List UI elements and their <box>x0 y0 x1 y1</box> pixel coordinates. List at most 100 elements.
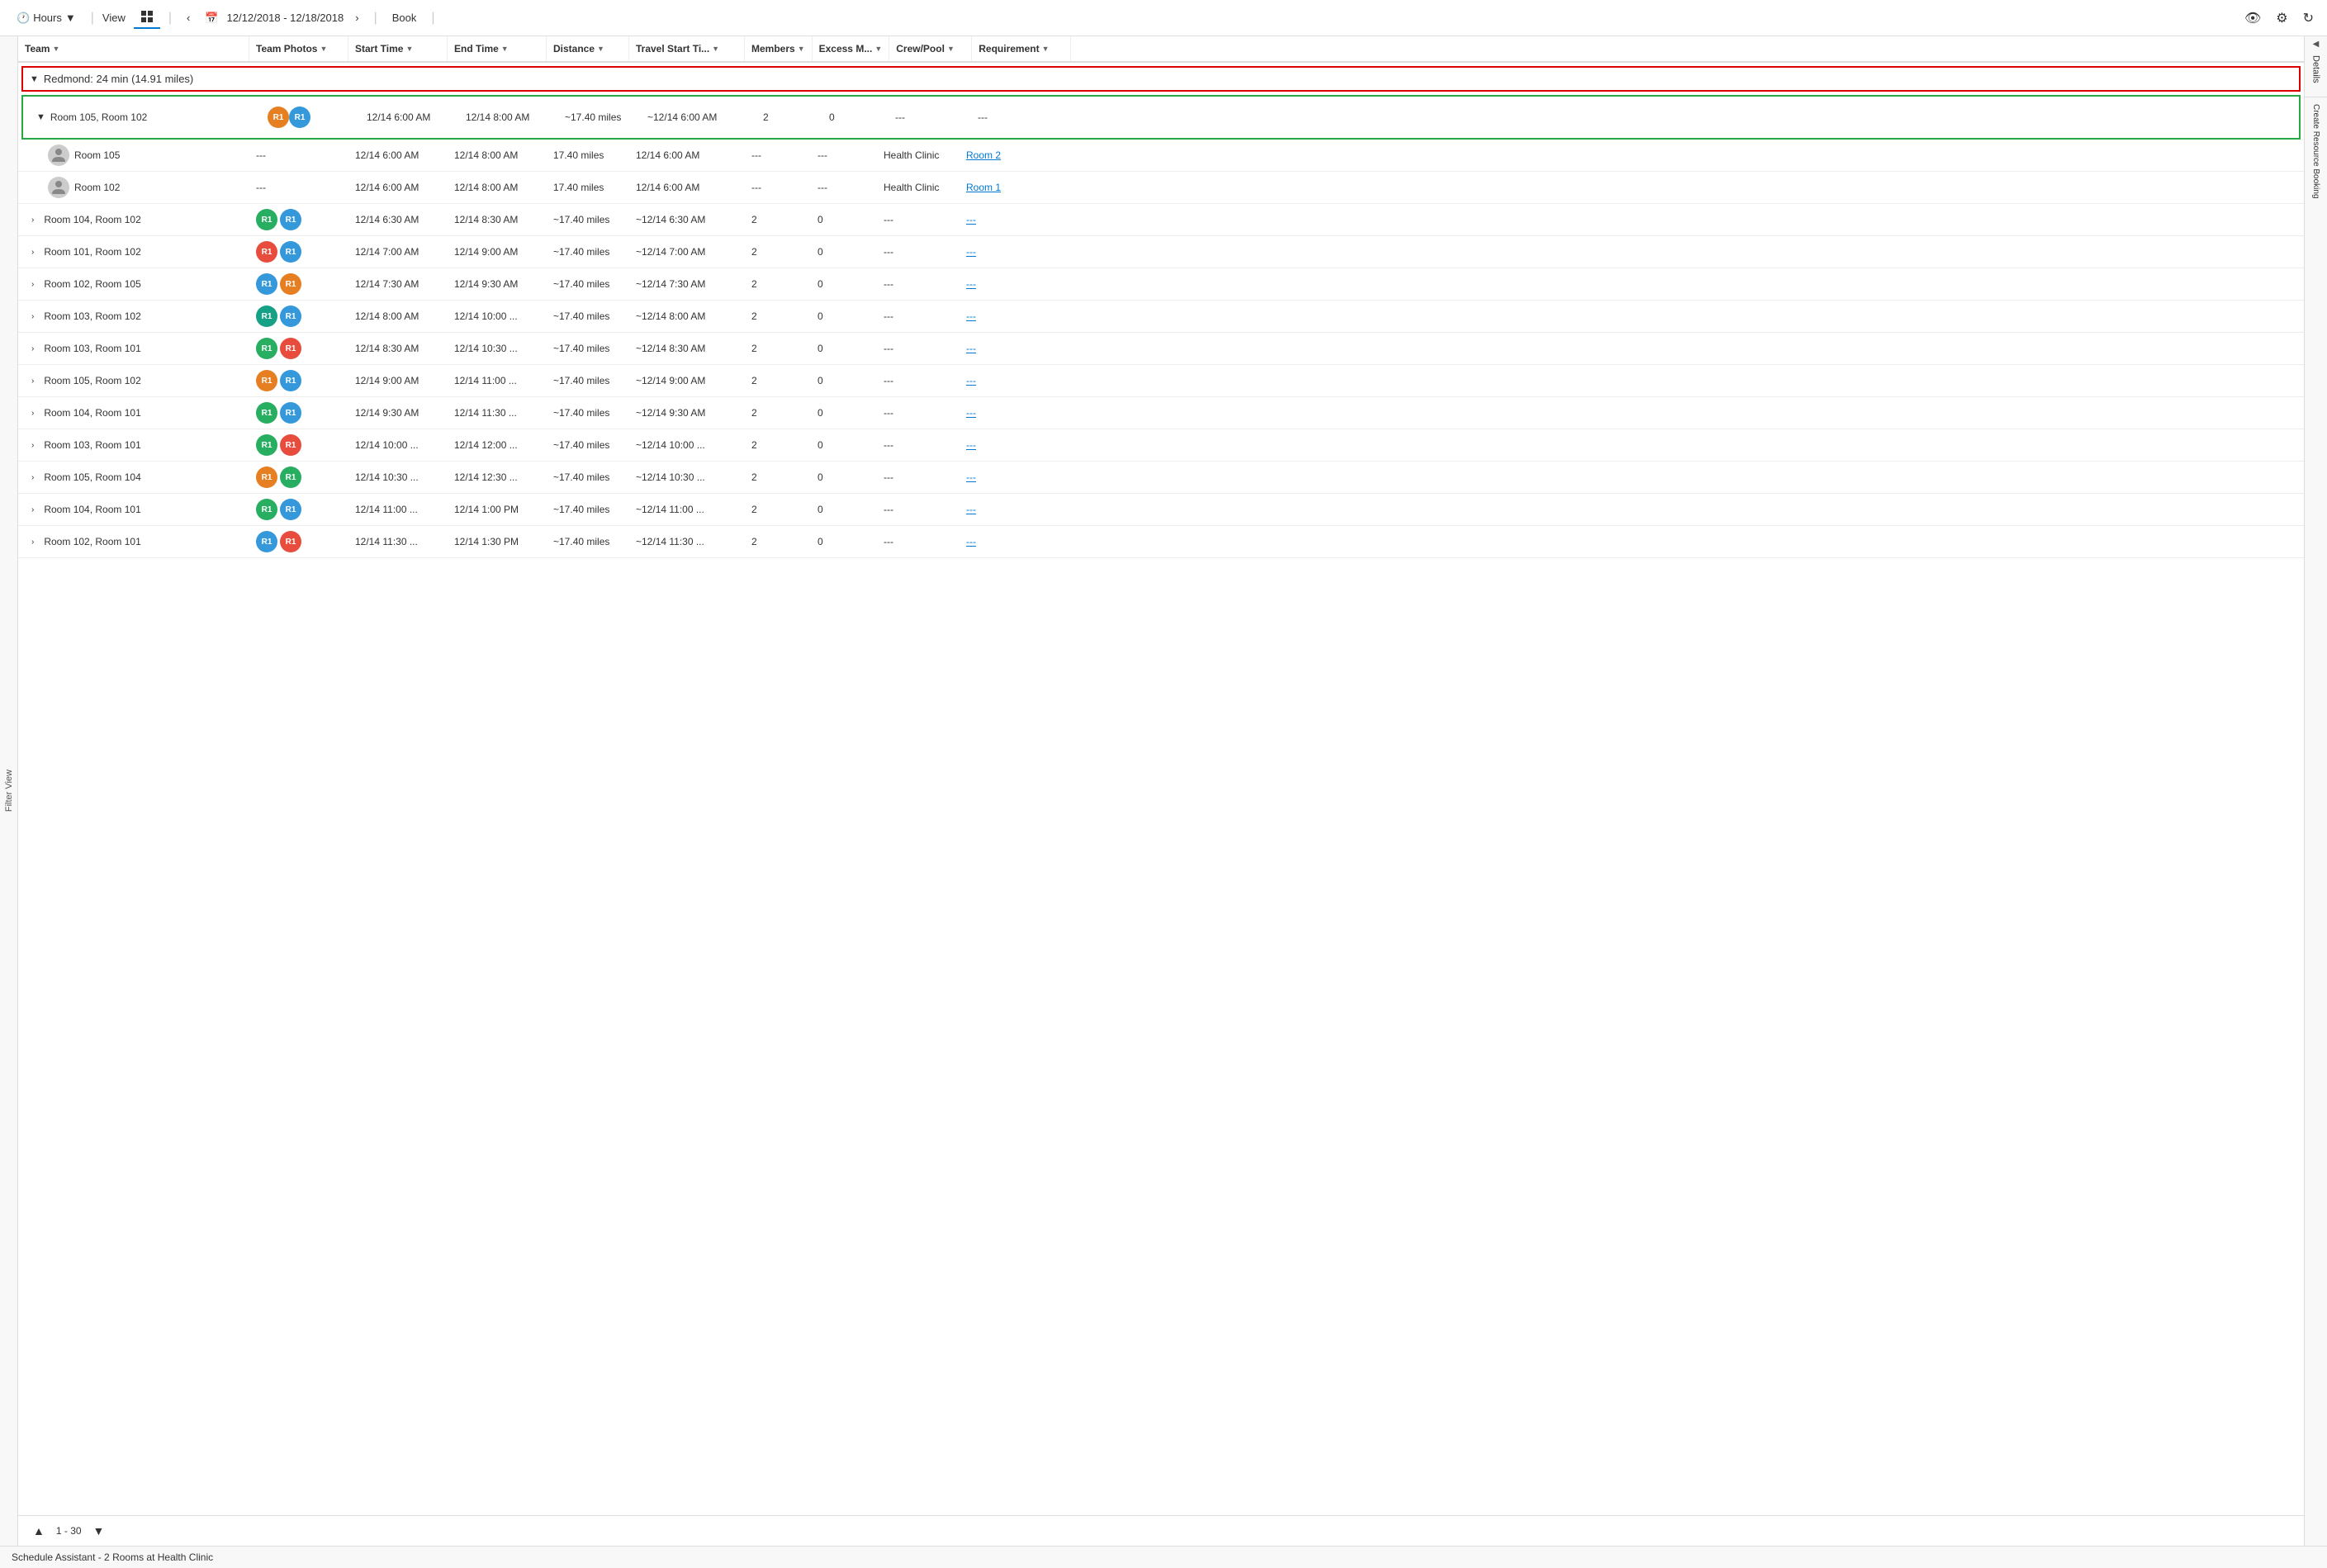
visibility-button[interactable]: 👁 <box>2241 7 2264 30</box>
table-cell[interactable]: Room 1 <box>960 177 1059 198</box>
col-travel-header[interactable]: Travel Start Ti... ▼ <box>629 36 745 61</box>
table-cell: 12/14 8:30 AM <box>348 338 448 359</box>
table-row[interactable]: ›Room 103, Room 101R1R112/14 10:00 ...12… <box>18 429 2304 462</box>
avatar: R1 <box>280 273 301 295</box>
row-chevron-icon[interactable]: › <box>31 280 34 289</box>
photos-sort-icon: ▼ <box>320 45 327 53</box>
row-team-name: Room 102, Room 101 <box>44 536 140 547</box>
table-cell: 12/14 8:00 AM <box>448 144 547 166</box>
row-team-name: Room 104, Room 101 <box>44 407 140 419</box>
row-chevron-icon[interactable]: › <box>31 473 34 482</box>
group-label: Redmond: 24 min (14.91 miles) <box>44 73 193 85</box>
table-row[interactable]: ›Room 102, Room 101R1R112/14 11:30 ...12… <box>18 526 2304 558</box>
table-cell: 2 <box>745 241 811 263</box>
table-row[interactable]: ›Room 103, Room 102R1R112/14 8:00 AM12/1… <box>18 301 2304 333</box>
col-req-header[interactable]: Requirement ▼ <box>972 36 1071 61</box>
excess-header-label: Excess M... <box>819 43 873 54</box>
table-row[interactable]: ›Room 104, Room 102R1R112/14 6:30 AM12/1… <box>18 204 2304 236</box>
team-header-label: Team <box>25 43 50 54</box>
refresh-button[interactable]: ↻ <box>2300 7 2317 30</box>
table-cell: 0 <box>811 531 877 552</box>
excess-sort-icon: ▼ <box>874 45 882 53</box>
col-crew-header[interactable]: Crew/Pool ▼ <box>889 36 972 61</box>
distance-sort-icon: ▼ <box>597 45 604 53</box>
row-chevron-icon[interactable]: › <box>31 377 34 386</box>
page-up-button[interactable]: ▲ <box>28 1523 50 1539</box>
col-distance-header[interactable]: Distance ▼ <box>547 36 629 61</box>
avatar: R1 <box>256 402 277 424</box>
table-cell: 12/14 6:00 AM <box>629 144 745 166</box>
eye-icon: 👁 <box>2244 12 2261 26</box>
row-chevron-icon[interactable]: › <box>31 216 34 225</box>
page-down-button[interactable]: ▼ <box>88 1523 110 1539</box>
table-row[interactable]: ›Room 102, Room 105R1R112/14 7:30 AM12/1… <box>18 268 2304 301</box>
sub-group-row[interactable]: ▼ Room 105, Room 102R1R112/14 6:00 AM12/… <box>21 95 2301 140</box>
table-cell: ~12/14 6:00 AM <box>641 107 756 128</box>
table-cell: 12/14 6:00 AM <box>348 177 448 198</box>
table-cell: 12/14 10:00 ... <box>448 306 547 327</box>
table-cell: 12/14 9:30 AM <box>348 402 448 424</box>
grid-view-button[interactable] <box>134 7 160 29</box>
sub-group-chevron-icon: ▼ <box>36 112 45 122</box>
table-row[interactable]: ›Room 104, Room 101R1R112/14 11:00 ...12… <box>18 494 2304 526</box>
book-button[interactable]: Book <box>386 8 424 27</box>
next-button[interactable]: › <box>348 8 365 27</box>
row-chevron-icon[interactable]: › <box>31 312 34 321</box>
group-row[interactable]: ▼ Redmond: 24 min (14.91 miles) <box>21 66 2301 92</box>
col-excess-header[interactable]: Excess M... ▼ <box>813 36 890 61</box>
table-cell: --- <box>960 402 1059 424</box>
end-sort-icon: ▼ <box>501 45 509 53</box>
table-row[interactable]: ›Room 103, Room 101R1R112/14 8:30 AM12/1… <box>18 333 2304 365</box>
table-cell: ~12/14 7:00 AM <box>629 241 745 263</box>
table-cell: 12/14 10:30 ... <box>348 467 448 488</box>
row-team-name: Room 104, Room 101 <box>44 504 140 515</box>
hours-button[interactable]: 🕐 Hours ▼ <box>10 8 83 28</box>
col-start-header[interactable]: Start Time ▼ <box>348 36 448 61</box>
row-chevron-icon[interactable]: › <box>31 441 34 450</box>
table-cell: ~12/14 9:30 AM <box>629 402 745 424</box>
status-bar: Schedule Assistant - 2 Rooms at Health C… <box>0 1546 2327 1568</box>
row-chevron-icon[interactable]: › <box>31 248 34 257</box>
col-photos-header[interactable]: Team Photos ▼ <box>249 36 348 61</box>
gear-icon: ⚙ <box>2276 12 2287 26</box>
details-label[interactable]: Details <box>2311 55 2321 83</box>
table-cell: 12/14 11:00 ... <box>448 370 547 391</box>
col-end-header[interactable]: End Time ▼ <box>448 36 547 61</box>
table-row[interactable]: ›Room 104, Room 101R1R112/14 9:30 AM12/1… <box>18 397 2304 429</box>
table-row[interactable]: ›Room 105, Room 104R1R112/14 10:30 ...12… <box>18 462 2304 494</box>
row-team: ›Room 105, Room 102 <box>18 370 249 391</box>
main-area: Filter View Team ▼ Team Photos ▼ Start T… <box>0 36 2327 1546</box>
table-cell: --- <box>960 306 1059 327</box>
content-area: Team ▼ Team Photos ▼ Start Time ▼ End Ti… <box>18 36 2304 1546</box>
table-cell: 12/14 1:30 PM <box>448 531 547 552</box>
start-header-label: Start Time <box>355 43 403 54</box>
crew-sort-icon: ▼ <box>947 45 955 53</box>
table-cell[interactable]: Room 2 <box>960 144 1059 166</box>
table-cell: 0 <box>811 209 877 230</box>
filter-view-panel[interactable]: Filter View <box>0 36 18 1546</box>
travel-header-label: Travel Start Ti... <box>636 43 709 54</box>
table-cell: 2 <box>745 338 811 359</box>
row-chevron-icon[interactable]: › <box>31 409 34 418</box>
col-team-header[interactable]: Team ▼ <box>18 36 249 61</box>
sep1: | <box>91 11 94 26</box>
photos-header-label: Team Photos <box>256 43 317 54</box>
table-cell: 12/14 8:00 AM <box>448 177 547 198</box>
table-row[interactable]: Room 105---12/14 6:00 AM12/14 8:00 AM17.… <box>18 140 2304 172</box>
row-chevron-icon[interactable]: › <box>31 505 34 514</box>
table-row[interactable]: ›Room 105, Room 102R1R112/14 9:00 AM12/1… <box>18 365 2304 397</box>
table-cell: --- <box>877 370 960 391</box>
row-chevron-icon[interactable]: › <box>31 344 34 353</box>
create-booking-label[interactable]: Create Resource Booking <box>2311 104 2320 199</box>
collapse-right-icon[interactable]: ◀ <box>2313 40 2320 49</box>
row-photos: R1R1 <box>249 268 348 300</box>
prev-button[interactable]: ‹ <box>180 8 197 27</box>
avatar: R1 <box>280 402 301 424</box>
avatar: R1 <box>289 107 310 128</box>
settings-button[interactable]: ⚙ <box>2272 7 2291 30</box>
table-cell: 0 <box>811 273 877 295</box>
col-members-header[interactable]: Members ▼ <box>745 36 813 61</box>
table-row[interactable]: ›Room 101, Room 102R1R112/14 7:00 AM12/1… <box>18 236 2304 268</box>
row-chevron-icon[interactable]: › <box>31 538 34 547</box>
table-row[interactable]: Room 102---12/14 6:00 AM12/14 8:00 AM17.… <box>18 172 2304 204</box>
